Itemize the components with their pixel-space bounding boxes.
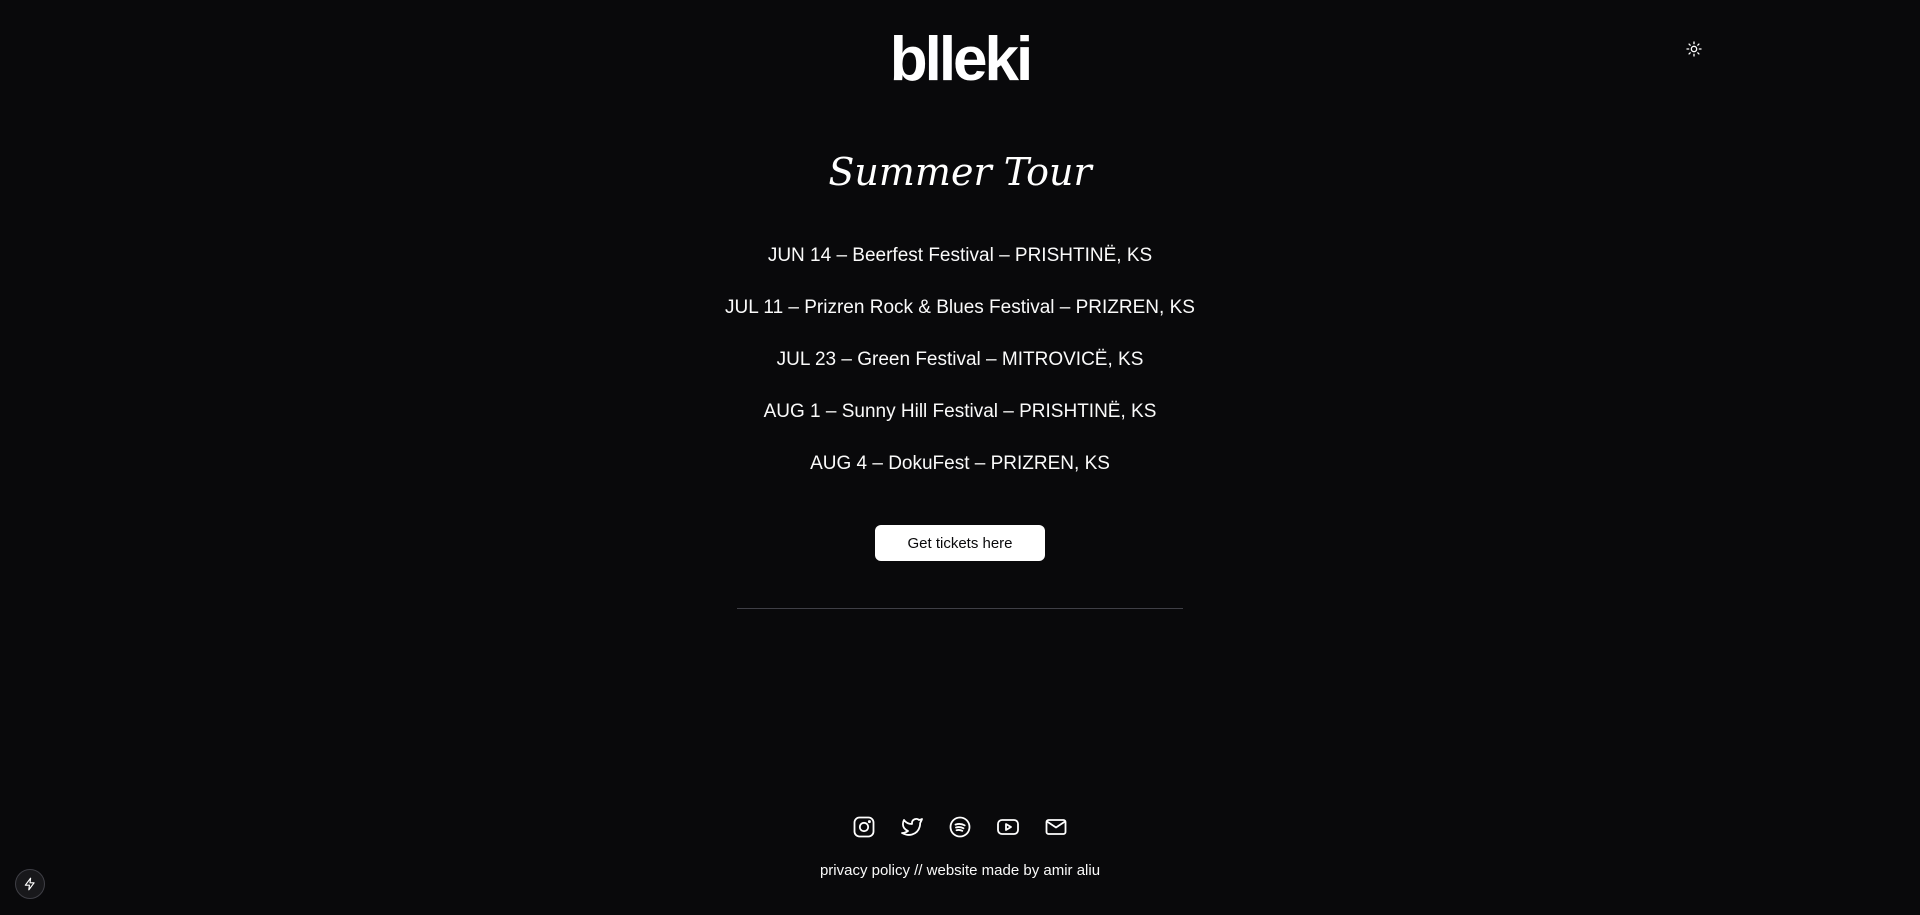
- tour-date-item: JUN 14 – Beerfest Festival – PRISHTINË, …: [767, 245, 1153, 266]
- instagram-icon: [853, 816, 875, 838]
- privacy-policy-link[interactable]: privacy policy: [820, 862, 910, 879]
- dev-tools-button[interactable]: [15, 869, 45, 899]
- tour-date-item: JUL 23 – Green Festival – MITROVICË, KS: [776, 349, 1144, 370]
- site-logo[interactable]: blleki: [0, 22, 1920, 98]
- tour-title: Summer Tour: [828, 150, 1092, 194]
- mail-icon: [1045, 819, 1067, 835]
- tour-dates-list: JUN 14 – Beerfest Festival – PRISHTINË, …: [0, 238, 1920, 498]
- divider: [737, 608, 1183, 609]
- lightning-icon: [24, 877, 35, 891]
- sun-icon: [1686, 41, 1702, 57]
- footer-separator: //: [909, 862, 927, 879]
- theme-toggle-button[interactable]: [1683, 38, 1705, 60]
- spotify-icon: [949, 816, 971, 838]
- mail-link[interactable]: [1043, 814, 1069, 840]
- credit-link[interactable]: website made by amir aliu: [927, 862, 1100, 879]
- youtube-icon: [997, 819, 1019, 835]
- social-links: [0, 814, 1920, 840]
- get-tickets-button[interactable]: Get tickets here: [875, 525, 1045, 561]
- tour-date-item: AUG 1 – Sunny Hill Festival – PRISHTINË,…: [763, 401, 1157, 422]
- twitter-icon: [901, 818, 923, 836]
- instagram-link[interactable]: [851, 814, 877, 840]
- footer: privacy policy // website made by amir a…: [0, 862, 1920, 879]
- page: blleki Summer Tour JUN 14 – Beerfest Fes…: [0, 0, 1920, 915]
- tour-date-item: JUL 11 – Prizren Rock & Blues Festival –…: [725, 297, 1195, 318]
- spotify-link[interactable]: [947, 814, 973, 840]
- tour-date-item: AUG 4 – DokuFest – PRIZREN, KS: [810, 453, 1110, 474]
- youtube-link[interactable]: [995, 814, 1021, 840]
- twitter-link[interactable]: [899, 814, 925, 840]
